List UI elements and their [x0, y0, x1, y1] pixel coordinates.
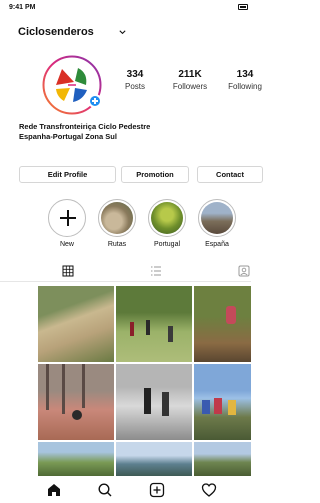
account-switcher-username[interactable]: Ciclosenderos — [18, 26, 94, 38]
highlight-thumb — [151, 202, 183, 234]
photo-figure — [144, 388, 151, 414]
following-count: 134 — [236, 69, 254, 80]
highlight-circle — [148, 199, 186, 237]
photo-figure — [82, 364, 85, 408]
add-story-badge[interactable] — [88, 94, 102, 108]
edit-profile-button[interactable]: Edit Profile — [19, 166, 116, 183]
post-thumbnail[interactable] — [116, 286, 192, 362]
promotion-button[interactable]: Promotion — [121, 166, 189, 183]
bottom-navigation — [0, 478, 251, 503]
photo-figure — [130, 322, 134, 336]
status-bar: 9:41 PM — [0, 0, 251, 16]
search-icon[interactable] — [97, 482, 113, 498]
profile-avatar[interactable] — [42, 55, 102, 115]
chevron-down-icon[interactable] — [118, 28, 127, 37]
highlight-new[interactable]: New — [46, 199, 88, 251]
photo-figure — [168, 326, 173, 342]
grid-icon[interactable] — [61, 264, 75, 278]
photo-figure — [72, 410, 82, 420]
stat-posts[interactable]: 334 Posts — [107, 69, 163, 91]
post-thumbnail[interactable] — [116, 364, 192, 440]
photo-figure — [202, 400, 210, 414]
photo-figure — [226, 306, 236, 324]
post-thumbnail[interactable] — [194, 286, 251, 362]
bio-line: Rede Transfronteiriça Ciclo Pedestre — [19, 122, 151, 131]
following-label: Following — [228, 82, 262, 91]
posts-grid — [38, 286, 251, 476]
highlight-label: España — [205, 241, 229, 248]
post-thumbnail[interactable] — [38, 364, 114, 440]
highlight-circle — [198, 199, 236, 237]
stat-followers[interactable]: 211K Followers — [162, 69, 218, 91]
battery-icon — [238, 4, 248, 10]
photo-figure — [162, 392, 169, 416]
home-icon[interactable] — [46, 482, 62, 498]
highlight-label: New — [59, 241, 74, 248]
heart-icon[interactable] — [201, 482, 217, 498]
photo-figure — [214, 398, 222, 414]
bio-line: Espanha-Portugal Zona Sul — [19, 132, 117, 141]
highlight-rutas[interactable]: Rutas — [96, 199, 138, 251]
stat-following[interactable]: 134 Following — [217, 69, 273, 91]
post-thumbnail[interactable] — [38, 286, 114, 362]
photo-figure — [146, 320, 150, 335]
profile-tabs — [0, 260, 251, 282]
highlight-thumb — [201, 202, 233, 234]
contact-button[interactable]: Contact — [197, 166, 263, 183]
photo-figure — [62, 364, 65, 414]
tagged-icon[interactable] — [237, 264, 251, 278]
highlight-circle — [98, 199, 136, 237]
followers-label: Followers — [172, 82, 208, 91]
bio-name: Rede Transfronteiriça Ciclo Pedestre Esp… — [19, 122, 239, 142]
profile-header: Ciclosenderos — [0, 22, 251, 42]
plus-icon — [60, 210, 76, 226]
list-icon[interactable] — [149, 264, 163, 278]
new-post-icon[interactable] — [149, 482, 165, 498]
highlight-portugal[interactable]: Portugal — [146, 199, 188, 251]
posts-count: 334 — [126, 69, 144, 80]
highlight-thumb — [101, 202, 133, 234]
highlight-espana[interactable]: España — [196, 199, 238, 251]
highlight-label: Portugal — [153, 241, 181, 248]
highlight-label: Rutas — [107, 241, 127, 248]
post-thumbnail[interactable] — [194, 442, 251, 476]
post-thumbnail[interactable] — [38, 442, 114, 476]
highlight-new-circle — [48, 199, 86, 237]
post-thumbnail[interactable] — [194, 364, 251, 440]
followers-count: 211K — [178, 69, 202, 80]
posts-label: Posts — [124, 82, 145, 91]
photo-figure — [46, 364, 49, 410]
post-thumbnail[interactable] — [116, 442, 192, 476]
photo-figure — [228, 400, 236, 415]
status-time: 9:41 PM — [9, 4, 36, 11]
